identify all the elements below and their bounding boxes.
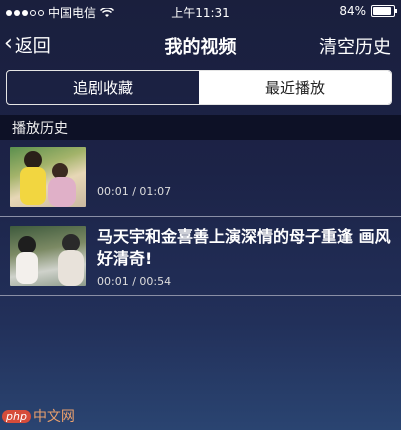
history-item[interactable]: 00:01 / 01:07 bbox=[0, 141, 401, 215]
section-header: 播放历史 bbox=[0, 115, 401, 140]
playback-progress: 00:01 / 01:07 bbox=[97, 185, 172, 198]
divider bbox=[0, 216, 401, 217]
tab-recent[interactable]: 最近播放 bbox=[199, 71, 391, 104]
tab-favorites[interactable]: 追剧收藏 bbox=[7, 71, 199, 104]
status-bar: 中国电信 上午11:31 84% bbox=[0, 0, 401, 22]
section-title: 播放历史 bbox=[12, 121, 68, 137]
segmented-control: 追剧收藏 最近播放 bbox=[6, 70, 392, 105]
battery-percent: 84% bbox=[339, 4, 366, 18]
playback-progress: 00:01 / 00:54 bbox=[97, 275, 172, 288]
battery-icon bbox=[371, 5, 397, 17]
navigation-bar: ‹ 返回 我的视频 清空历史 bbox=[0, 24, 401, 64]
divider bbox=[0, 295, 401, 296]
clear-history-button[interactable]: 清空历史 bbox=[319, 33, 391, 59]
history-item[interactable]: 马天宇和金喜善上演深情的母子重逢 画风好清奇! 00:01 / 00:54 bbox=[0, 220, 401, 294]
watermark-text: 中文网 bbox=[32, 409, 75, 425]
video-thumbnail bbox=[10, 226, 86, 286]
video-title: 马天宇和金喜善上演深情的母子重逢 画风好清奇! bbox=[97, 227, 391, 268]
watermark: php 中文网 bbox=[2, 406, 75, 426]
video-thumbnail bbox=[10, 147, 86, 207]
status-right: 84% bbox=[339, 4, 397, 18]
watermark-logo: php bbox=[2, 409, 31, 423]
